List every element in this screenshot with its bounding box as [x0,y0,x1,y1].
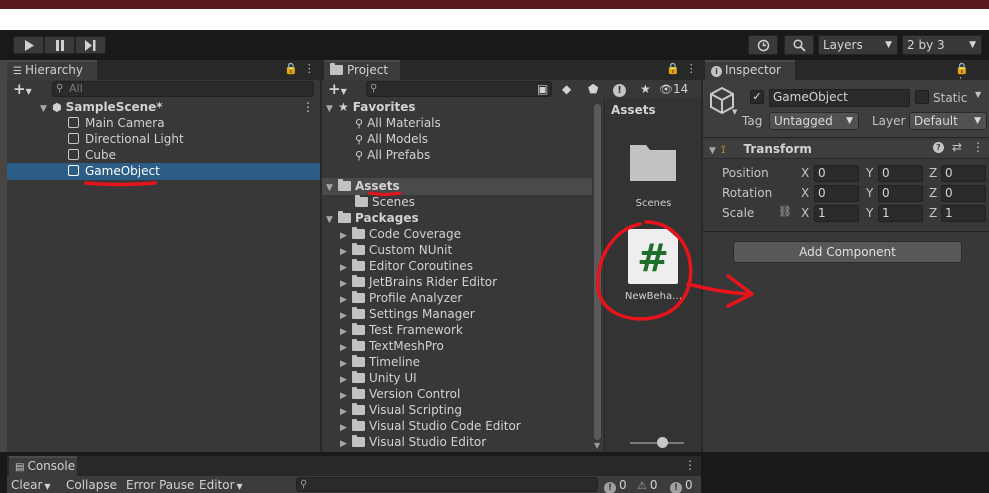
underline-gameobject-annotation [84,181,157,187]
circle-script-annotation [596,220,693,321]
annotation-overlay [84,181,754,321]
underline-assets-annotation [368,191,402,196]
